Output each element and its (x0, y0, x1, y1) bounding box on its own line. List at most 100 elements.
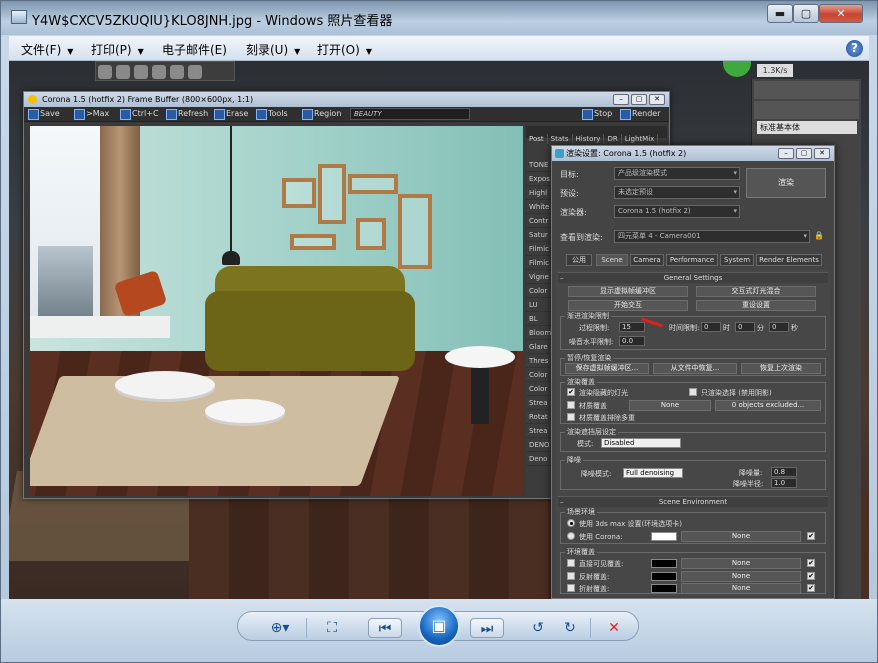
time-hours-input[interactable]: 0 (701, 322, 721, 332)
render-button[interactable]: 渲染 (746, 168, 826, 198)
corona-env-map-checkbox[interactable]: ✔ (807, 532, 815, 540)
time-seconds-input[interactable]: 0 (769, 322, 789, 332)
denoise-mode-dropdown[interactable]: Full denoising (623, 468, 683, 478)
help-icon[interactable]: ? (846, 40, 863, 57)
rs-minimize-button[interactable]: – (778, 148, 794, 159)
refraction-map-checkbox[interactable]: ✔ (807, 584, 815, 592)
tab-common[interactable]: 公用 (566, 254, 592, 266)
pass-limit-input[interactable]: 15 (619, 322, 645, 332)
use-3dsmax-label: 使用 3ds max 设置(环境选项卡) (579, 520, 682, 528)
fb-tools-button[interactable]: Tools (256, 109, 288, 120)
direct-visibility-swatch[interactable] (651, 559, 677, 568)
tab-dr[interactable]: DR (604, 134, 622, 144)
rs-maximize-button[interactable]: ▢ (796, 148, 812, 159)
reflection-swatch[interactable] (651, 572, 677, 581)
direct-visibility-override-checkbox[interactable] (567, 559, 575, 567)
fb-save-button[interactable]: Save (28, 109, 60, 120)
fb-close-button[interactable]: ✕ (649, 94, 665, 105)
rotate-left-icon[interactable]: ↺ (526, 618, 550, 638)
previous-image-button[interactable]: ⏮ (368, 618, 402, 638)
tab-post[interactable]: Post (526, 134, 548, 144)
menu-open[interactable]: 打开(O) ▼ (317, 41, 372, 58)
tab-render-elements[interactable]: Render Elements (756, 254, 822, 266)
delete-icon[interactable]: ✕ (602, 618, 626, 638)
tab-history[interactable]: History (573, 134, 605, 144)
direct-visibility-map-checkbox[interactable]: ✔ (807, 559, 815, 567)
menu-email[interactable]: 电子邮件(E) (162, 41, 227, 58)
tab-camera[interactable]: Camera (630, 254, 664, 266)
rs-close-button[interactable]: ✕ (814, 148, 830, 159)
tab-performance[interactable]: Performance (666, 254, 718, 266)
reflection-map-slot[interactable]: None (681, 571, 801, 582)
tab-stats[interactable]: Stats (548, 134, 573, 144)
tab-system[interactable]: System (720, 254, 754, 266)
use-3dsmax-radio[interactable] (567, 519, 575, 527)
reflection-map-checkbox[interactable]: ✔ (807, 572, 815, 580)
render-wall-shelf (290, 234, 336, 250)
corona-color-swatch[interactable] (651, 532, 677, 541)
corona-app-icon (555, 149, 564, 158)
fb-erase-button[interactable]: Erase (214, 109, 248, 120)
close-button[interactable]: ✕ (819, 4, 863, 23)
mode-dropdown[interactable]: Disabled (601, 438, 681, 448)
fb-render-button[interactable]: Render (620, 109, 660, 120)
slideshow-button[interactable]: ▣ (418, 605, 460, 647)
render-selected-only-checkbox[interactable] (689, 388, 697, 396)
material-override-slot[interactable]: None (629, 400, 711, 411)
objects-excluded-button[interactable]: 0 objects excluded... (715, 400, 821, 411)
refraction-override-checkbox[interactable] (567, 584, 575, 592)
fb-stop-button[interactable]: Stop (582, 109, 612, 120)
fb-minimize-button[interactable]: – (613, 94, 629, 105)
resume-from-file-button[interactable]: 从文件中恢复... (653, 363, 737, 374)
fb-max-button[interactable]: >Max (74, 109, 109, 120)
menu-burn[interactable]: 刻录(U) ▼ (246, 41, 300, 58)
lock-icon[interactable]: 🔒 (814, 231, 824, 240)
fb-refresh-button[interactable]: Refresh (166, 109, 208, 120)
renderer-select[interactable]: Corona 1.5 (hotfix 2) (614, 205, 740, 218)
direct-visibility-map-slot[interactable]: None (681, 558, 801, 569)
render-hidden-lights-checkbox[interactable]: ✔ (567, 388, 575, 396)
next-image-button[interactable]: ⏭ (470, 618, 504, 638)
render-selected-only-label: 只渲染选择 (禁用阴影) (701, 389, 772, 397)
scene-environment-header[interactable]: – Scene Environment (558, 496, 828, 507)
title-bar[interactable]: Y4W$CXCV5ZKUQIU}KLO8JNH.jpg - Windows 照片… (1, 1, 877, 35)
render-coffee-table (205, 399, 285, 423)
show-vfb-button[interactable]: 显示虚拟帧缓冲区 (568, 286, 688, 297)
target-select[interactable]: 产品级渲染模式 (614, 167, 740, 180)
view-select[interactable]: 四元菜单 4 - Camera001 (614, 230, 810, 243)
save-vfb-button[interactable]: 保存虚拟帧缓冲区... (565, 363, 649, 374)
menu-print[interactable]: 打印(P) ▼ (91, 41, 144, 58)
zoom-icon[interactable]: ⊕▾ (262, 618, 298, 638)
actual-size-icon[interactable]: ⛶ (320, 618, 344, 638)
menu-file[interactable]: 文件(F) ▼ (21, 41, 73, 58)
preset-select[interactable]: 未选定预设 (614, 186, 740, 199)
fb-region-button[interactable]: Region (302, 109, 341, 120)
denoise-mode-label: 降噪模式: (581, 470, 612, 478)
reflection-override-checkbox[interactable] (567, 572, 575, 580)
corona-env-map-slot[interactable]: None (681, 531, 801, 542)
tab-lightmix[interactable]: LightMix (622, 134, 659, 144)
material-override-checkbox[interactable] (567, 401, 575, 409)
rotate-right-icon[interactable]: ↻ (558, 618, 582, 638)
background-toolbar (95, 61, 235, 81)
image-viewport[interactable]: 1.3K/s 标准基本体 Corona 1.5 (hotfix 2) Frame… (9, 61, 869, 599)
reset-settings-button[interactable]: 重设设置 (696, 300, 816, 311)
time-minutes-input[interactable]: 0 (735, 322, 755, 332)
fb-maximize-button[interactable]: ▢ (631, 94, 647, 105)
use-corona-radio[interactable] (567, 532, 575, 540)
render-pass-select[interactable]: BEAUTY (350, 108, 470, 120)
fb-ctrlc-button[interactable]: Ctrl+C (120, 109, 159, 120)
multi-override-checkbox[interactable] (567, 413, 575, 421)
resume-last-button[interactable]: 恢复上次渲染 (741, 363, 821, 374)
refraction-map-slot[interactable]: None (681, 583, 801, 594)
interactive-lightmix-button[interactable]: 交互式灯光混合 (696, 286, 816, 297)
maximize-button[interactable]: ▢ (793, 4, 819, 23)
denoise-radius-input[interactable]: 1.0 (771, 478, 797, 488)
refraction-swatch[interactable] (651, 584, 677, 593)
general-settings-header[interactable]: – General Settings (558, 272, 828, 283)
start-interactive-button[interactable]: 开始交互 (568, 300, 688, 311)
tab-scene[interactable]: Scene (596, 254, 628, 266)
denoise-amount-input[interactable]: 0.8 (771, 467, 797, 477)
minimize-button[interactable]: ▬ (767, 4, 793, 23)
noise-limit-input[interactable]: 0.0 (619, 336, 645, 346)
